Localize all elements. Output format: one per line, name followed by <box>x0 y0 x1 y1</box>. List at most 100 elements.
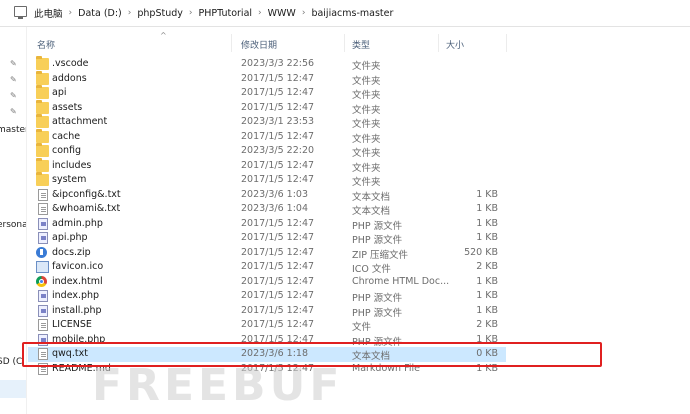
text-file-icon <box>38 188 48 201</box>
file-row[interactable]: favicon.ico 2017/1/5 12:47 ICO 文件 2 KB <box>28 260 506 275</box>
file-type: 文件夹 <box>352 133 381 145</box>
breadcrumb-current-folder[interactable]: baijiacms-master <box>311 8 393 19</box>
pin-icon: ✎ <box>10 107 17 116</box>
file-date: 2017/1/5 12:47 <box>241 87 315 98</box>
file-name: admin.php <box>52 217 103 229</box>
file-name: &whoami&.txt <box>52 203 121 214</box>
file-name: api.php <box>52 232 88 243</box>
nav-item-drive-c[interactable]: SD (C <box>0 357 22 367</box>
file-type: 文本文档 <box>352 206 391 217</box>
file-date: 2023/3/3 22:56 <box>241 58 315 69</box>
file-type: ICO 文件 <box>352 264 391 275</box>
chevron-right-icon: › <box>188 8 193 18</box>
column-divider[interactable] <box>231 34 232 52</box>
file-row[interactable]: &ipconfig&.txt 2023/3/6 1:03 文本文档 1 KB <box>28 188 506 203</box>
file-type: 文件夹 <box>352 177 381 188</box>
file-row[interactable]: addons 2017/1/5 12:47 文件夹 <box>28 70 506 87</box>
file-row[interactable]: index.html 2017/1/5 12:47 Chrome HTML Doc.… <box>28 275 506 290</box>
file-name: docs.zip <box>52 246 91 258</box>
file-row[interactable]: cache 2017/1/5 12:47 文件夹 <box>28 128 506 145</box>
file-date: 2017/1/5 12:47 <box>241 290 315 301</box>
chevron-right-icon: › <box>68 8 73 18</box>
file-type: PHP 源文件 <box>352 293 403 304</box>
folder-icon <box>36 172 49 186</box>
file-row[interactable]: admin.php 2017/1/5 12:47 PHP 源文件 1 KB <box>28 217 506 232</box>
file-row[interactable]: config 2023/3/5 22:20 文件夹 <box>28 143 506 159</box>
breadcrumb-drive[interactable]: Data (D:) <box>78 8 122 19</box>
file-type: 文件夹 <box>352 119 381 130</box>
column-divider[interactable] <box>344 34 345 52</box>
file-date: 2017/1/5 12:47 <box>241 319 315 330</box>
file-type: 文件夹 <box>352 61 381 72</box>
file-size: 1 KB <box>476 203 498 214</box>
file-date: 2017/1/5 12:47 <box>241 72 315 84</box>
file-type: 文件夹 <box>352 90 381 101</box>
watermark: FREEBUF <box>92 360 344 411</box>
file-name: assets <box>52 101 83 113</box>
file-date: 2017/1/5 12:47 <box>241 246 315 258</box>
column-name[interactable]: 名称 <box>37 38 55 51</box>
file-date: 2017/1/5 12:47 <box>241 130 315 142</box>
folder-icon <box>36 56 49 70</box>
chevron-right-icon: › <box>301 8 306 18</box>
column-type[interactable]: 类型 <box>352 38 370 51</box>
folder-icon <box>36 70 49 85</box>
php-file-icon <box>38 304 48 317</box>
ico-file-icon <box>36 261 49 273</box>
file-row[interactable]: api 2017/1/5 12:47 文件夹 <box>28 85 506 101</box>
column-size[interactable]: 大小 <box>446 38 464 51</box>
file-name: attachment <box>52 116 108 127</box>
file-row[interactable]: &whoami&.txt 2023/3/6 1:04 文本文档 1 KB <box>28 202 506 217</box>
file-type: 文件夹 <box>352 148 381 159</box>
file-date: 2017/1/5 12:47 <box>241 217 315 229</box>
file-name: cache <box>52 130 81 142</box>
breadcrumb-phptutorial[interactable]: PHPTutorial <box>199 8 253 19</box>
breadcrumb-phpstudy[interactable]: phpStudy <box>137 8 183 19</box>
file-type: ZIP 压缩文件 <box>352 249 409 261</box>
file-row[interactable]: docs.zip 2017/1/5 12:47 ZIP 压缩文件 520 KB <box>28 246 506 261</box>
file-date: 2017/1/5 12:47 <box>241 232 315 243</box>
php-file-icon <box>38 290 48 302</box>
file-date: 2017/1/5 12:47 <box>241 101 315 113</box>
file-row[interactable]: LICENSE 2017/1/5 12:47 文件 2 KB <box>28 318 506 333</box>
file-row[interactable]: assets 2017/1/5 12:47 文件夹 <box>28 99 506 116</box>
file-row[interactable]: api.php 2017/1/5 12:47 PHP 源文件 1 KB <box>28 231 506 246</box>
chevron-right-icon: › <box>258 8 262 18</box>
pin-icon: ✎ <box>10 59 17 68</box>
breadcrumb-www[interactable]: WWW <box>268 8 296 19</box>
nav-item-master[interactable]: master <box>0 125 26 135</box>
chevron-right-icon: › <box>127 8 132 18</box>
file-row[interactable]: system 2017/1/5 12:47 文件夹 <box>28 172 506 188</box>
column-divider[interactable] <box>506 34 507 52</box>
this-pc-icon <box>14 6 27 19</box>
breadcrumb-this-pc[interactable]: 此电脑 <box>34 6 63 20</box>
column-divider[interactable] <box>438 34 439 52</box>
zip-file-icon <box>36 246 47 258</box>
column-date[interactable]: 修改日期 <box>241 38 277 51</box>
address-bar[interactable]: 此电脑 › Data (D:) › phpStudy › PHPTutorial… <box>0 0 690 27</box>
file-date: 2023/3/5 22:20 <box>241 145 315 156</box>
text-file-icon <box>38 203 48 215</box>
file-name: &ipconfig&.txt <box>52 188 121 200</box>
folder-icon <box>36 128 49 143</box>
file-type: Chrome HTML Doc... <box>352 275 450 287</box>
file-row[interactable]: .vscode 2023/3/3 22:56 文件夹 <box>28 56 506 72</box>
file-type: 文本文档 <box>352 191 391 203</box>
file-type: 文件 <box>352 322 372 333</box>
file-date: 2017/1/5 12:47 <box>241 174 315 185</box>
file-type: PHP 源文件 <box>352 307 403 319</box>
file-type: 文件夹 <box>352 104 381 116</box>
pin-icon: ✎ <box>10 75 17 84</box>
file-size: 1 KB <box>476 232 498 243</box>
file-name: LICENSE <box>52 319 92 330</box>
file-size: 1 KB <box>476 217 498 229</box>
nav-item-personal[interactable]: ersona <box>0 220 26 230</box>
file-row[interactable]: install.php 2017/1/5 12:47 PHP 源文件 1 KB <box>28 304 506 319</box>
file-name: .vscode <box>52 58 89 69</box>
file-name: index.php <box>52 290 100 301</box>
text-file-icon <box>38 319 48 331</box>
file-row[interactable]: index.php 2017/1/5 12:47 PHP 源文件 1 KB <box>28 289 506 304</box>
file-row[interactable]: attachment 2023/3/1 23:53 文件夹 <box>28 114 506 130</box>
php-file-icon <box>38 232 48 244</box>
file-row[interactable]: includes 2017/1/5 12:47 文件夹 <box>28 157 506 174</box>
